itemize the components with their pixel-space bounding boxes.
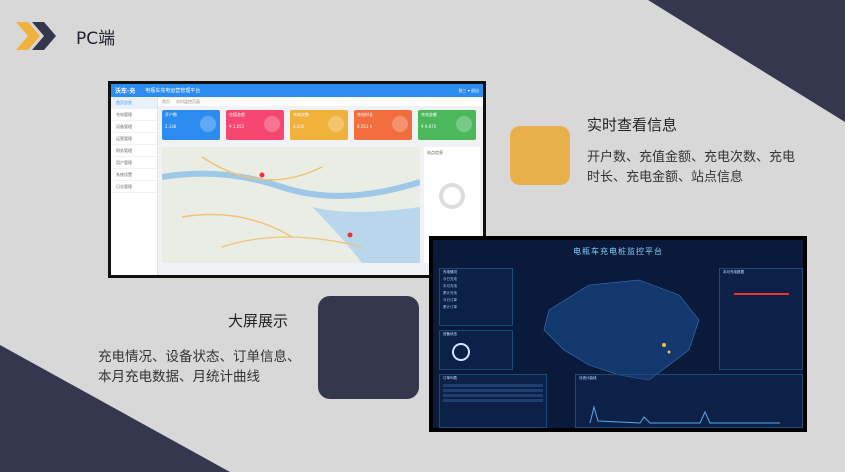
- pc-stat-card: 开户数 2,148: [162, 110, 220, 140]
- pc-sidebar-item[interactable]: 系统设置: [111, 169, 157, 181]
- pc-card-value: ¥ 9,870: [421, 124, 437, 129]
- bigscreen-monthly-panel: 本月充电数据: [719, 268, 803, 370]
- bigscreen-title: 电瓶车充电桩监控平台: [573, 247, 663, 256]
- feature-color-block: [510, 126, 570, 185]
- pc-card-value: 4,026: [293, 124, 305, 129]
- pc-card-title: 充电次数: [293, 112, 309, 117]
- bigscreen-row: 累计订单: [443, 305, 457, 309]
- pc-topbar: 沃车·充 电瓶车充电运营管理平台 张三 ▾ 退出: [111, 84, 483, 97]
- feature-color-block: [318, 296, 419, 399]
- bigscreen-row: 今日充电: [443, 277, 457, 281]
- pc-sidebar-item[interactable]: 运营管理: [111, 133, 157, 145]
- pc-tab[interactable]: 首页: [162, 99, 170, 105]
- pc-tab[interactable]: 实时监控页面: [176, 99, 200, 105]
- pc-tabs: 首页 实时监控页面: [158, 98, 483, 106]
- pc-card-title: 充值金额: [229, 112, 245, 117]
- bigscreen-curve-panel: 月统计曲线: [575, 374, 803, 428]
- feature-description: 开户数、充值金额、充电次数、充电时长、充电金额、站点信息: [587, 150, 796, 185]
- pc-stat-card: 充电时长 8,563 h: [354, 110, 412, 140]
- page-title: PC端: [76, 29, 116, 49]
- pc-sidebar-item[interactable]: 设备管理: [111, 121, 157, 133]
- pc-sidebar-item[interactable]: 充电管理: [111, 109, 157, 121]
- pc-sidebar-item[interactable]: 财务管理: [111, 145, 157, 157]
- bigscreen-device-panel: 设备状态: [439, 330, 513, 370]
- pc-sidebar-item[interactable]: 用户管理: [111, 157, 157, 169]
- pc-card-title: 充电金额: [421, 112, 437, 117]
- bigscreen-row: 累计充电: [443, 291, 457, 295]
- pc-sidebar-item[interactable]: 首页总览: [111, 97, 157, 109]
- bigscreen-panel-title: 月统计曲线: [579, 376, 597, 380]
- pc-user-menu[interactable]: 张三 ▾ 退出: [458, 88, 479, 94]
- bigscreen-panel-title: 设备状态: [443, 332, 457, 336]
- pc-sidebar-item[interactable]: 日志管理: [111, 181, 157, 193]
- pc-card-value: ¥ 1,052: [229, 124, 245, 129]
- bigscreen-panel-title: 本月充电数据: [723, 270, 744, 274]
- pc-card-value: 8,563 h: [357, 124, 373, 129]
- bigscreen-row: 今日订单: [443, 298, 457, 302]
- feature-title: 大屏展示: [228, 312, 289, 330]
- pc-panel-title: 站点信息: [427, 150, 443, 155]
- pc-logo: 沃车·充: [115, 88, 136, 95]
- pc-card-value: 2,148: [165, 124, 177, 129]
- china-map[interactable]: [529, 270, 709, 390]
- pc-stat-card: 充值金额 ¥ 1,052: [226, 110, 284, 140]
- pc-sidebar: 首页总览 充电管理 设备管理 运营管理 财务管理 用户管理 系统设置 日志管理: [111, 97, 158, 275]
- feature-title: 实时查看信息: [587, 116, 678, 134]
- feature-description: 充电情况、设备状态、订单信息、本月充电数据、月统计曲线: [98, 349, 301, 385]
- bigscreen-panel-title: 充电情况: [443, 270, 457, 274]
- bigscreen-row: 本月充电: [443, 284, 457, 288]
- bigscreen-charge-panel: 充电情况 今日充电 本月充电 累计充电 今日订单 累计订单: [439, 268, 513, 326]
- pc-stat-card: 充电金额 ¥ 9,870: [418, 110, 476, 140]
- pc-map[interactable]: [162, 147, 420, 263]
- pc-app-title: 电瓶车充电运营管理平台: [145, 88, 201, 94]
- chevron-logo-icon: [16, 22, 56, 50]
- pc-card-title: 充电时长: [357, 112, 373, 117]
- bigscreen-screenshot: 电瓶车充电桩监控平台 充电情况 今日充电 本月充电 累计充电 今日订单 累计订单…: [429, 236, 807, 432]
- pc-card-title: 开户数: [165, 112, 177, 117]
- pc-stat-card: 充电次数 4,026: [290, 110, 348, 140]
